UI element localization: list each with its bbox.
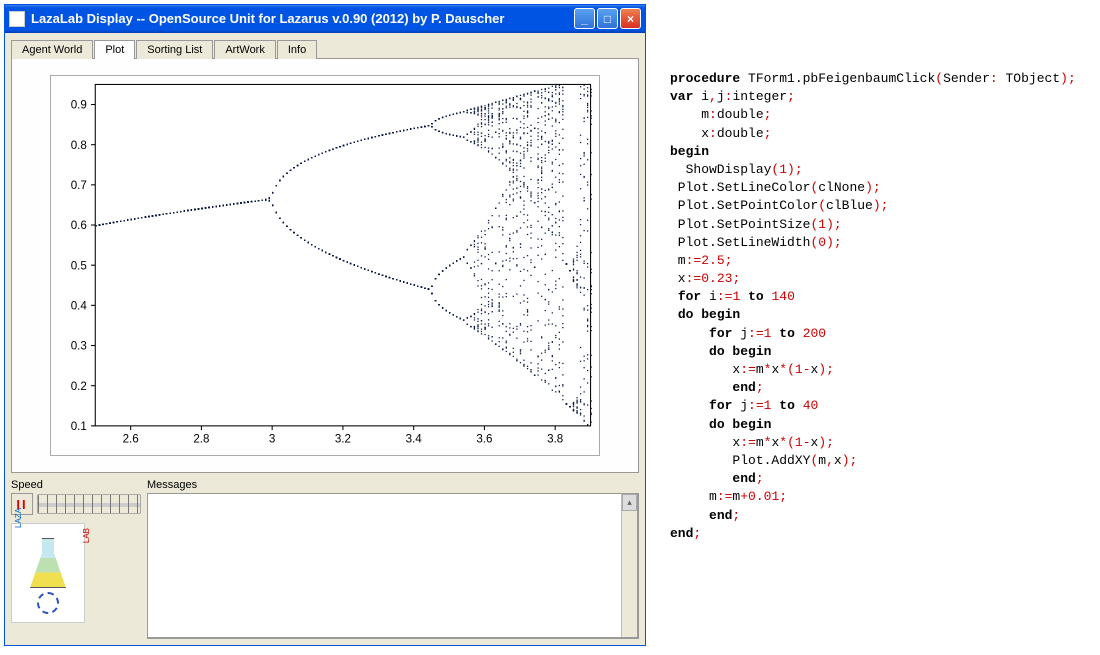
window-buttons: _ □ × (574, 8, 641, 29)
svg-text:3.2: 3.2 (335, 433, 351, 445)
minimize-button[interactable]: _ (574, 8, 595, 29)
svg-text:3.4: 3.4 (406, 433, 423, 445)
feigenbaum-chart: 2.6 2.8 3 3.2 3.4 3.6 3.8 0.1 0.2 0.3 0.4 0.5 0.6 0.7… (51, 76, 599, 455)
logo: LAZA LAB (11, 523, 85, 623)
speed-label: Speed (11, 479, 141, 491)
tab-sorting-list[interactable]: Sorting List (136, 40, 213, 59)
svg-text:3.6: 3.6 (476, 433, 492, 445)
svg-text:2.8: 2.8 (193, 433, 209, 445)
app-icon (9, 11, 25, 27)
speed-slider[interactable] (37, 494, 141, 514)
logo-text-left: LAZA (14, 508, 23, 528)
app-window: LazaLab Display -- OpenSource Unit for L… (4, 4, 646, 646)
bottom-panel: Speed II LAZA LAB Messages (11, 479, 639, 639)
tab-body: 2.6 2.8 3 3.2 3.4 3.6 3.8 0.1 0.2 0.3 0.4 0.5 0.6 0.7… (11, 58, 639, 473)
logo-text-right: LAB (82, 528, 91, 543)
gear-icon (37, 592, 59, 614)
svg-text:0.9: 0.9 (71, 99, 87, 111)
svg-text:3.8: 3.8 (547, 433, 563, 445)
tab-strip: Agent World Plot Sorting List ArtWork In… (11, 39, 639, 58)
maximize-button[interactable]: □ (597, 8, 618, 29)
svg-text:3: 3 (269, 433, 275, 445)
source-code: procedure TForm1.pbFeigenbaumClick(Sende… (650, 0, 1100, 655)
client-area: Agent World Plot Sorting List ArtWork In… (5, 33, 645, 645)
svg-text:0.2: 0.2 (71, 381, 87, 393)
svg-text:0.4: 0.4 (71, 300, 88, 312)
tab-artwork[interactable]: ArtWork (214, 40, 276, 59)
titlebar[interactable]: LazaLab Display -- OpenSource Unit for L… (5, 5, 645, 33)
svg-text:0.7: 0.7 (71, 180, 87, 192)
svg-text:0.1: 0.1 (71, 421, 87, 433)
messages-label: Messages (147, 479, 639, 491)
tab-plot[interactable]: Plot (94, 40, 135, 59)
speed-column: Speed II LAZA LAB (11, 479, 141, 639)
tab-info[interactable]: Info (277, 40, 317, 59)
svg-text:0.5: 0.5 (71, 260, 87, 272)
svg-text:2.6: 2.6 (123, 433, 139, 445)
svg-text:0.6: 0.6 (71, 220, 87, 232)
window-title: LazaLab Display -- OpenSource Unit for L… (31, 11, 574, 26)
close-button[interactable]: × (620, 8, 641, 29)
flask-icon (28, 538, 68, 588)
messages-column: Messages (147, 479, 639, 639)
svg-text:0.8: 0.8 (71, 140, 87, 152)
messages-box[interactable] (147, 493, 639, 639)
tab-agent-world[interactable]: Agent World (11, 40, 93, 59)
scrollbar[interactable] (621, 494, 637, 637)
plot-area[interactable]: 2.6 2.8 3 3.2 3.4 3.6 3.8 0.1 0.2 0.3 0.4 0.5 0.6 0.7… (50, 75, 600, 456)
svg-text:0.3: 0.3 (71, 340, 87, 352)
